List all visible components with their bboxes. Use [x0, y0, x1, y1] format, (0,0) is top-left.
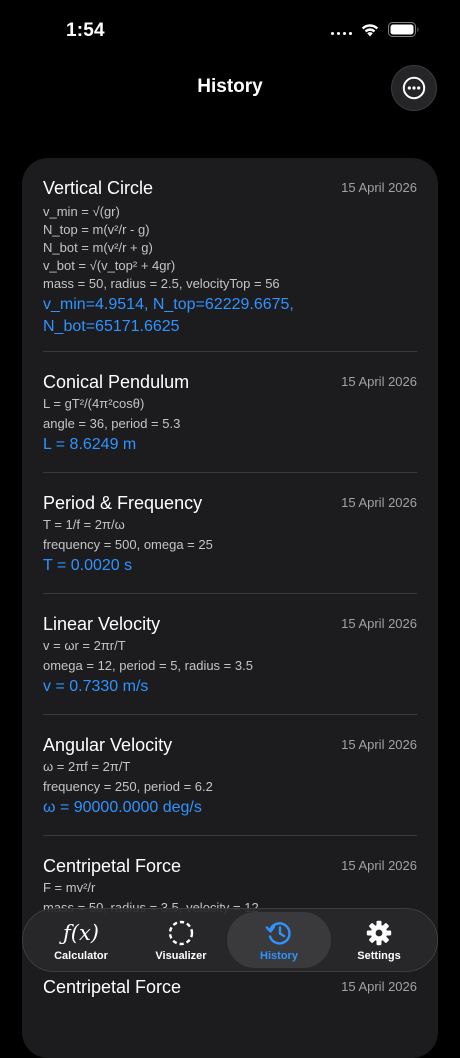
entry-formula: v = ωr = 2πr/T [43, 638, 126, 653]
ellipsis-circle-icon [402, 76, 426, 100]
entry-result: N_bot=65171.6625 [43, 318, 180, 335]
tab-label: History [260, 950, 298, 962]
history-entry[interactable]: Linear Velocity 15 April 2026 v = ωr = 2… [43, 614, 417, 714]
wifi-icon [360, 22, 380, 37]
entry-title: Linear Velocity [43, 614, 161, 634]
history-entry[interactable]: Angular Velocity 15 April 2026 ω = 2πf =… [43, 735, 417, 835]
entry-inputs: omega = 12, period = 5, radius = 3.5 [43, 658, 253, 673]
entry-formula: F = mv²/r [43, 880, 96, 895]
entry-inputs: angle = 36, period = 5.3 [43, 416, 181, 431]
tab-label: Calculator [54, 950, 108, 962]
entry-date: 15 April 2026 [341, 180, 417, 195]
tab-visualizer[interactable]: Visualizer [129, 909, 233, 971]
tab-label: Visualizer [155, 950, 207, 962]
entry-date: 15 April 2026 [341, 495, 417, 510]
status-icons [331, 22, 420, 37]
more-options-button[interactable] [391, 65, 437, 111]
divider [43, 472, 417, 473]
tab-bar: ƒ(x) Calculator Visualizer History Setti… [22, 908, 438, 972]
entry-inputs: mass = 50, radius = 2.5, velocityTop = 5… [43, 276, 280, 291]
function-icon: ƒ(x) [62, 921, 99, 945]
history-entry[interactable]: Vertical Circle 15 April 2026 v_min = √(… [43, 178, 417, 348]
history-entry[interactable]: Centripetal Force 15 April 2026 [43, 977, 417, 1017]
entry-result: T = 0.0020 s [43, 557, 133, 574]
entry-date: 15 April 2026 [341, 979, 417, 994]
entry-formula: ω = 2πf = 2π/T [43, 759, 131, 774]
entry-date: 15 April 2026 [341, 858, 417, 873]
entry-result: L = 8.6249 m [43, 436, 137, 453]
divider [43, 714, 417, 715]
entry-date: 15 April 2026 [341, 737, 417, 752]
entry-formula: T = 1/f = 2π/ω [43, 517, 125, 532]
entry-title: Centripetal Force [43, 977, 182, 997]
tab-history[interactable]: History [227, 909, 331, 971]
dashed-circle-icon [129, 919, 233, 947]
entry-result: v = 0.7330 m/s [43, 678, 149, 695]
history-entry[interactable]: Period & Frequency 15 April 2026 T = 1/f… [43, 493, 417, 593]
clock-history-icon [227, 919, 331, 947]
tab-label: Settings [357, 950, 401, 962]
divider [43, 351, 417, 352]
entry-inputs: frequency = 500, omega = 25 [43, 537, 213, 552]
tab-calculator[interactable]: ƒ(x) Calculator [29, 909, 133, 971]
tab-settings[interactable]: Settings [327, 909, 431, 971]
entry-result: v_min=4.9514, N_top=62229.6675, [43, 296, 294, 313]
entry-result: ω = 90000.0000 deg/s [43, 799, 202, 816]
entry-formula: v_min = √(gr) [43, 204, 120, 219]
history-entry[interactable]: Conical Pendulum 15 April 2026 L = gT²/(… [43, 372, 417, 472]
status-bar: 1:54 [0, 0, 460, 64]
divider [43, 835, 417, 836]
entry-title: Conical Pendulum [43, 372, 190, 392]
entry-inputs: frequency = 250, period = 6.2 [43, 779, 213, 794]
cellular-signal-icon [331, 25, 352, 35]
entry-formula: L = gT²/(4π²cosθ) [43, 396, 145, 411]
entry-title: Period & Frequency [43, 493, 203, 513]
entry-title: Vertical Circle [43, 178, 154, 198]
gear-icon [327, 919, 431, 947]
status-time: 1:54 [66, 20, 105, 41]
entry-title: Angular Velocity [43, 735, 173, 755]
entry-formula: N_top = m(v²/r - g) [43, 222, 150, 237]
divider [43, 593, 417, 594]
battery-icon [388, 22, 420, 37]
entry-title: Centripetal Force [43, 856, 182, 876]
entry-date: 15 April 2026 [341, 616, 417, 631]
entry-date: 15 April 2026 [341, 374, 417, 389]
entry-formula: N_bot = m(v²/r + g) [43, 240, 153, 255]
entry-formula: v_bot = √(v_top² + 4gr) [43, 258, 176, 273]
